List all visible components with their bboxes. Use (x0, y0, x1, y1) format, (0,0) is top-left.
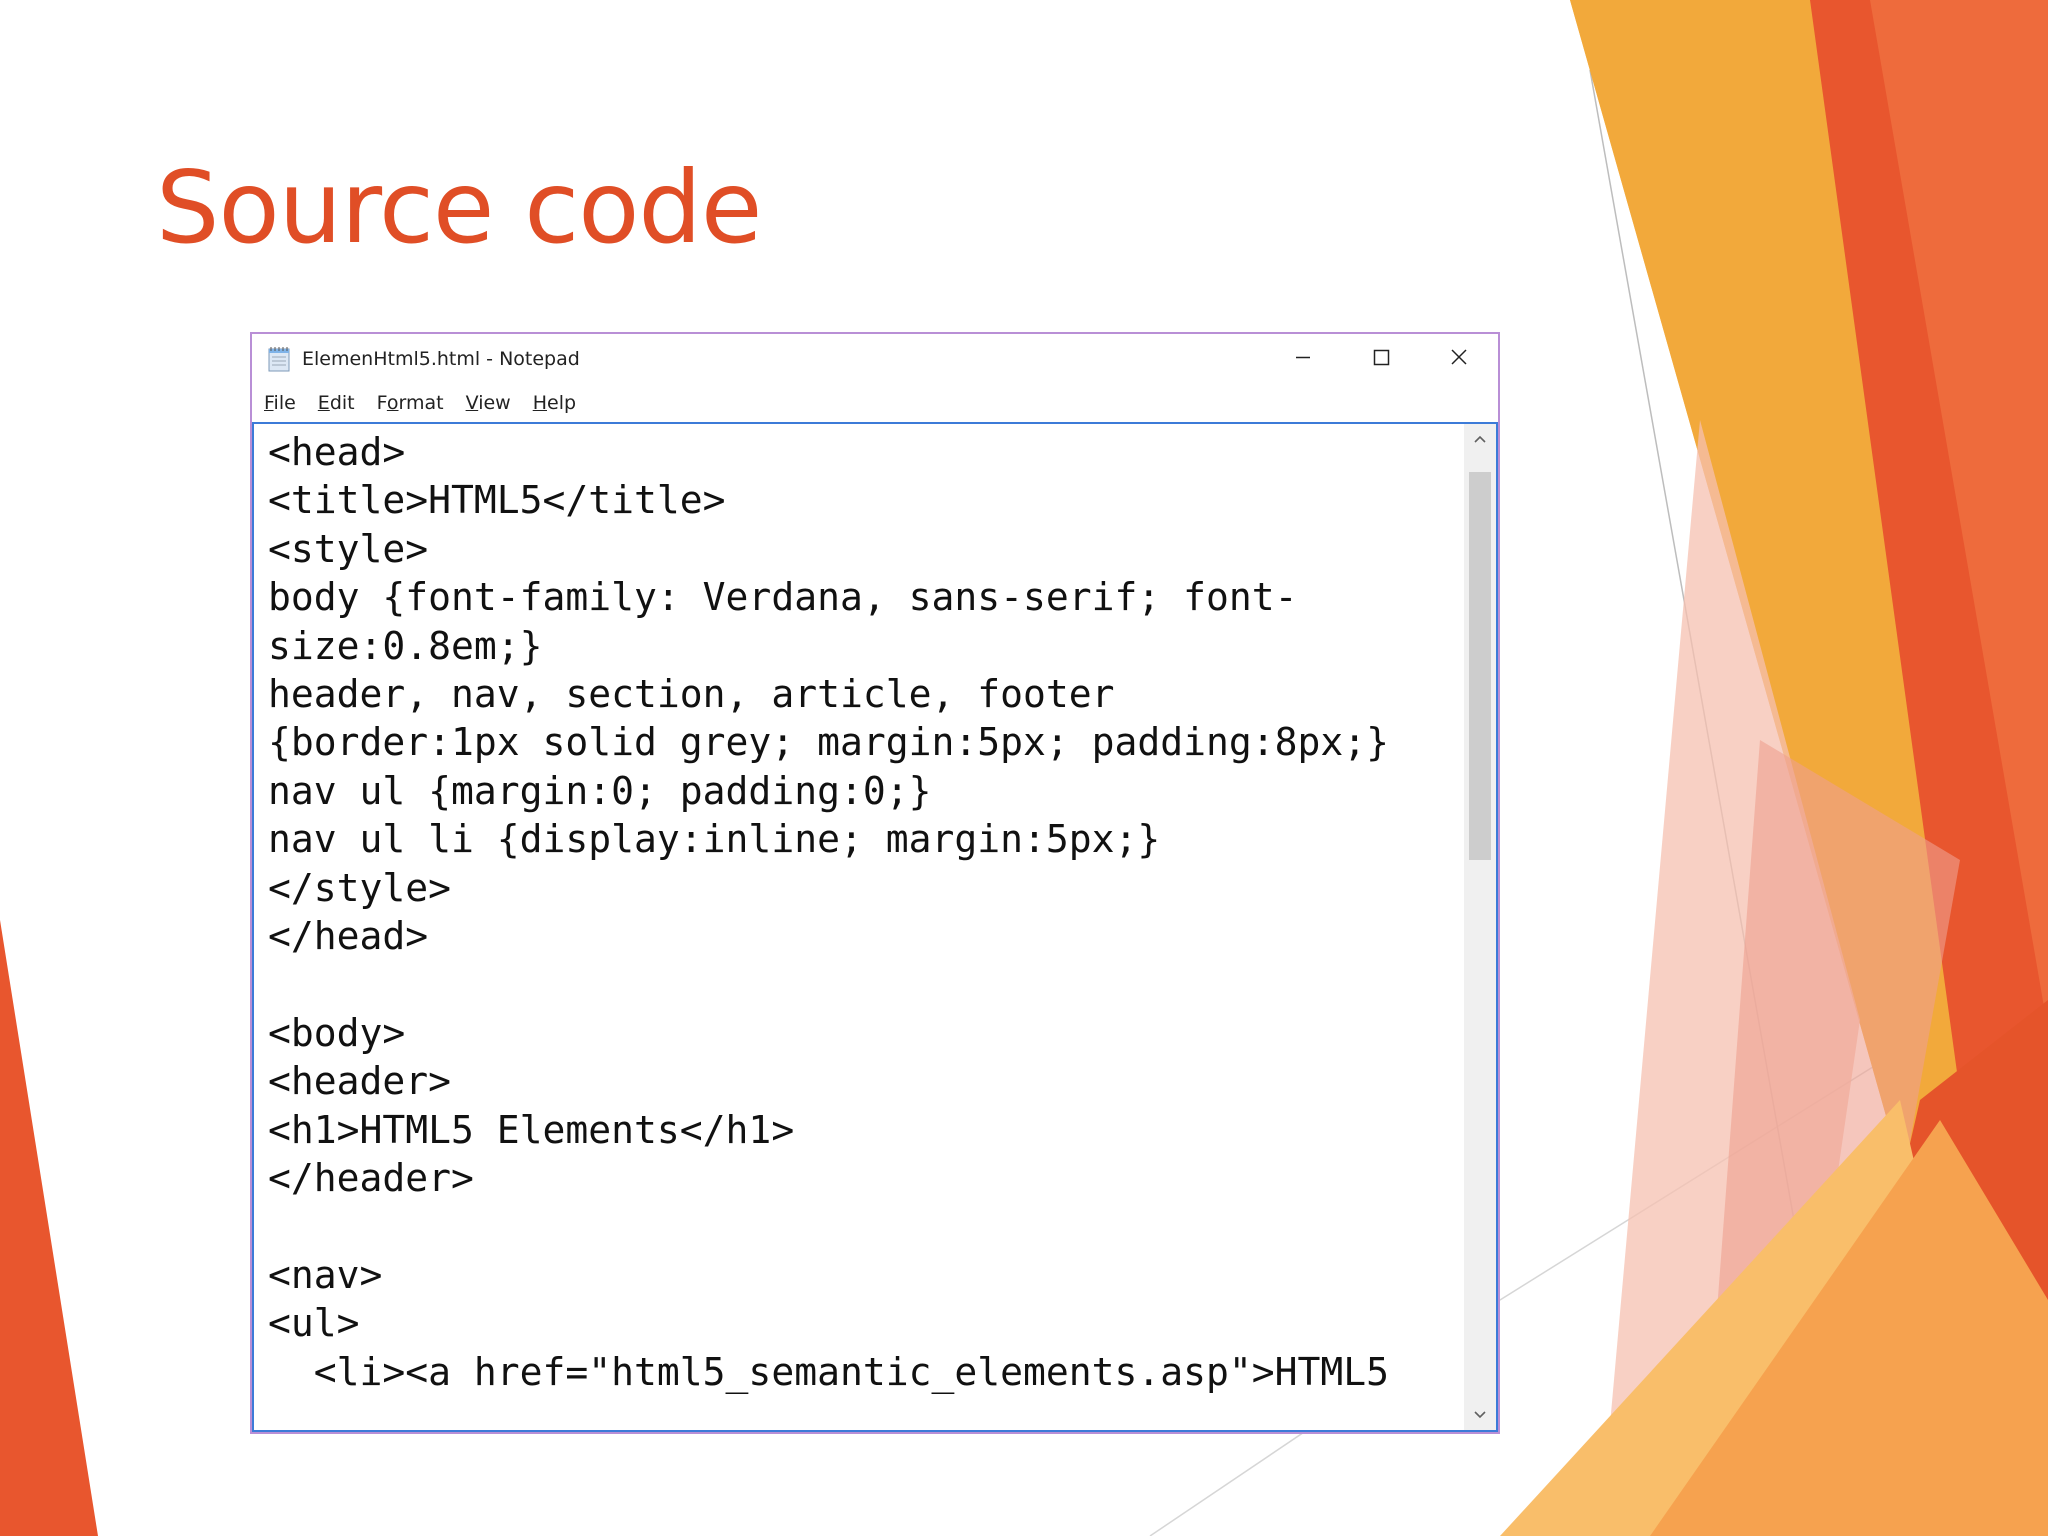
menu-view[interactable]: View (466, 392, 511, 414)
menu-format[interactable]: Format (377, 392, 444, 414)
menu-format-label: rmat (398, 392, 444, 414)
maximize-button[interactable] (1342, 334, 1420, 380)
menu-file[interactable]: File (264, 392, 296, 414)
menu-bar: File Edit Format View Help (252, 384, 1498, 422)
scrollbar-thumb[interactable] (1469, 472, 1491, 860)
menu-edit[interactable]: Edit (318, 392, 355, 414)
window-title: ElemenHtml5.html - Notepad (302, 348, 580, 370)
scroll-down-button[interactable] (1464, 1400, 1496, 1430)
menu-help-label: elp (547, 392, 577, 414)
title-bar[interactable]: ElemenHtml5.html - Notepad (252, 334, 1498, 384)
scroll-up-arrow-icon (1474, 435, 1486, 443)
menu-help[interactable]: Help (533, 392, 576, 414)
notepad-icon (268, 347, 290, 372)
menu-view-accesskey: V (465, 392, 479, 414)
menu-edit-label: dit (329, 392, 355, 414)
notepad-window: ElemenHtml5.html - Notepad File Edit For… (250, 332, 1500, 1434)
menu-edit-accesskey: E (317, 392, 330, 414)
menu-file-label: ile (273, 392, 296, 414)
vertical-scrollbar[interactable] (1464, 424, 1496, 1430)
close-button[interactable] (1420, 334, 1498, 380)
editor-content[interactable]: <head> <title>HTML5</title> <style> body… (268, 428, 1456, 1430)
text-editor-area[interactable]: <head> <title>HTML5</title> <style> body… (252, 422, 1498, 1432)
minimize-icon (1296, 356, 1310, 359)
menu-file-accesskey: F (264, 392, 274, 414)
scroll-up-button[interactable] (1464, 424, 1496, 454)
scroll-down-arrow-icon (1474, 1411, 1486, 1419)
menu-format-accesskey: o (386, 392, 399, 414)
close-icon (1451, 349, 1467, 365)
menu-help-accesskey: H (532, 392, 547, 414)
minimize-button[interactable] (1264, 334, 1342, 380)
menu-format-prefix: F (376, 392, 387, 414)
menu-view-label: iew (478, 392, 511, 414)
maximize-icon (1373, 349, 1390, 366)
slide-title: Source code (156, 149, 762, 266)
